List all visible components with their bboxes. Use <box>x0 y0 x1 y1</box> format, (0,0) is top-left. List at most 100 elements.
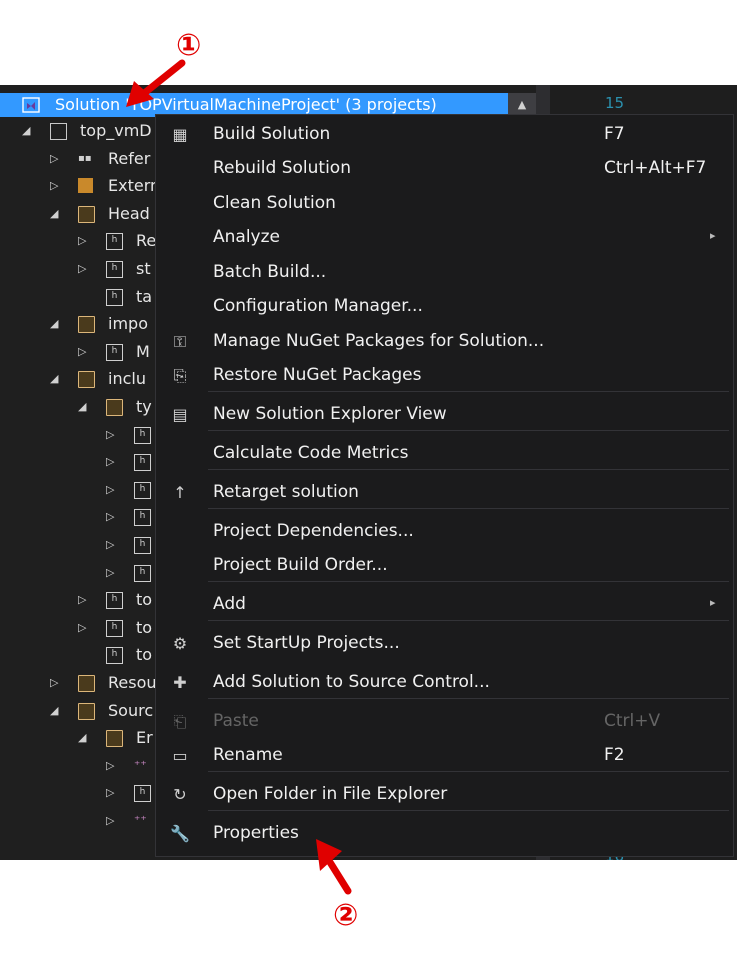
collapsed-arrow-icon[interactable]: ▷ <box>106 505 114 529</box>
menu-item-label: Analyze <box>213 227 280 247</box>
menu-item-properties[interactable]: 🔧 Properties <box>156 816 733 850</box>
menu-item-open-folder-in-file-explorer[interactable]: ↻ Open Folder in File Explorer <box>156 777 733 811</box>
menu-item-rebuild-solution[interactable]: Rebuild Solution Ctrl+Alt+F7 <box>156 151 733 185</box>
collapsed-arrow-icon[interactable]: ▷ <box>78 340 86 364</box>
menu-item-label: Configuration Manager... <box>213 296 423 316</box>
header-file-icon: h <box>106 233 123 251</box>
expanded-arrow-icon[interactable]: ◢ <box>78 395 86 419</box>
collapsed-arrow-icon[interactable]: ▷ <box>78 616 86 640</box>
tree-item-label: Head <box>108 203 150 223</box>
header-file-icon: h <box>106 592 123 610</box>
header-file-icon: h <box>134 785 151 803</box>
header-file-icon: h <box>134 426 151 444</box>
tree-item-label: to <box>136 645 153 665</box>
tree-item-label: st <box>136 259 151 278</box>
menu-item-project-build-order[interactable]: Project Build Order... <box>156 548 733 582</box>
menu-item-label: Build Solution <box>213 124 331 144</box>
menu-item-manage-nuget-packages-for-solution[interactable]: ⚿ Manage NuGet Packages for Solution... <box>156 324 733 358</box>
menu-item-clean-solution[interactable]: Clean Solution <box>156 186 733 220</box>
collapsed-arrow-icon[interactable]: ▷ <box>78 588 86 612</box>
menu-item-add-solution-to-source-control[interactable]: ✚ Add Solution to Source Control... <box>156 665 733 699</box>
menu-item-label: Project Build Order... <box>213 555 388 575</box>
menu-item-label: New Solution Explorer View <box>213 404 447 424</box>
tree-item-label: Re <box>136 231 157 251</box>
tree-item-label: ty <box>136 397 152 416</box>
menu-item-project-dependencies[interactable]: Project Dependencies... <box>156 514 733 548</box>
menu-item-add[interactable]: Add ▸ <box>156 587 733 621</box>
collapsed-arrow-icon[interactable]: ▷ <box>78 229 86 253</box>
solution-icon <box>22 97 40 113</box>
expanded-arrow-icon[interactable]: ◢ <box>50 202 58 226</box>
menu-item-calculate-code-metrics[interactable]: Calculate Code Metrics <box>156 436 733 470</box>
menu-item-new-solution-explorer-view[interactable]: ▤ New Solution Explorer View <box>156 397 733 431</box>
menu-item-shortcut: Ctrl+Alt+F7 <box>604 158 707 178</box>
menu-item-configuration-manager[interactable]: Configuration Manager... <box>156 289 733 323</box>
source-file-icon: ⁺⁺ <box>134 813 147 827</box>
menu-item-label: Retarget solution <box>213 482 359 502</box>
folder-icon <box>78 316 95 334</box>
paste-icon: ⎗ <box>173 712 187 731</box>
header-file-icon: h <box>106 619 123 637</box>
new-view-icon: ▤ <box>172 405 188 424</box>
menu-item-label: Paste <box>213 711 259 731</box>
collapsed-arrow-icon[interactable]: ▷ <box>50 174 58 198</box>
collapsed-arrow-icon[interactable]: ▷ <box>106 561 114 585</box>
menu-item-label: Project Dependencies... <box>213 521 414 541</box>
header-file-icon: h <box>134 454 151 472</box>
collapsed-arrow-icon[interactable]: ▷ <box>106 478 114 502</box>
expanded-arrow-icon[interactable]: ◢ <box>78 726 86 750</box>
menu-item-label: Clean Solution <box>213 193 336 213</box>
expanded-arrow-icon[interactable]: ◢ <box>50 367 58 391</box>
collapsed-arrow-icon[interactable]: ▷ <box>106 533 114 557</box>
tree-item-label: to <box>136 617 153 637</box>
menu-item-paste: ⎗ Paste Ctrl+V <box>156 704 733 738</box>
menu-item-shortcut: F2 <box>604 745 625 765</box>
header-file-icon: h <box>134 537 151 554</box>
collapsed-arrow-icon[interactable]: ▷ <box>106 809 114 833</box>
gear-icon: ⚙ <box>172 634 188 653</box>
menu-item-build-solution[interactable]: ▦ Build Solution F7 <box>156 117 733 151</box>
callout-1-arrow <box>126 59 186 107</box>
tree-item-label: to <box>136 590 153 610</box>
header-file-icon: h <box>106 261 123 278</box>
menu-item-analyze[interactable]: Analyze ▸ <box>156 220 733 254</box>
header-file-icon: h <box>106 288 123 306</box>
build-icon: ▦ <box>172 125 188 144</box>
collapsed-arrow-icon[interactable]: ▷ <box>106 450 114 474</box>
menu-item-set-startup-projects[interactable]: ⚙ Set StartUp Projects... <box>156 626 733 660</box>
collapsed-arrow-icon[interactable]: ▷ <box>78 257 86 281</box>
nuget-icon: ⚿ <box>173 332 187 351</box>
expanded-arrow-icon[interactable]: ◢ <box>22 119 30 143</box>
up-arrow-icon: ↑ <box>173 483 187 502</box>
tree-item-label: top_vmD <box>80 121 152 140</box>
tree-item-label: impo <box>108 314 148 334</box>
callout-2-label: ② <box>333 898 359 933</box>
line-number-top: 15 <box>605 94 625 112</box>
menu-item-rename[interactable]: ▭ Rename F2 <box>156 738 733 772</box>
tree-item-label: inclu <box>108 369 146 389</box>
collapsed-arrow-icon[interactable]: ▷ <box>106 423 114 447</box>
refresh-folder-icon: ↻ <box>173 785 187 804</box>
folder-icon <box>106 399 123 416</box>
rename-icon: ▭ <box>172 746 188 765</box>
tree-item-label: Er <box>136 728 153 748</box>
collapsed-arrow-icon[interactable]: ▷ <box>50 671 58 695</box>
collapsed-arrow-icon[interactable]: ▷ <box>106 754 114 778</box>
menu-item-restore-nuget-packages[interactable]: ⎘ Restore NuGet Packages <box>156 358 733 392</box>
menu-item-batch-build[interactable]: Batch Build... <box>156 255 733 289</box>
expanded-arrow-icon[interactable]: ◢ <box>50 312 58 336</box>
menu-item-label: Set StartUp Projects... <box>213 633 400 653</box>
menu-item-label: Rebuild Solution <box>213 158 351 178</box>
expanded-arrow-icon[interactable]: ◢ <box>50 699 58 723</box>
collapsed-arrow-icon[interactable]: ▷ <box>106 781 114 805</box>
submenu-arrow-icon: ▸ <box>710 229 716 242</box>
menu-item-retarget-solution[interactable]: ↑ Retarget solution <box>156 475 733 509</box>
menu-item-label: Calculate Code Metrics <box>213 443 409 463</box>
menu-item-label: Batch Build... <box>213 262 327 282</box>
header-file-icon: h <box>106 343 123 361</box>
header-file-icon: h <box>134 481 151 499</box>
restore-packages-icon: ⎘ <box>173 366 187 385</box>
collapsed-arrow-icon[interactable]: ▷ <box>50 147 58 171</box>
external-dependencies-icon <box>78 178 93 194</box>
header-file-icon: h <box>134 564 151 582</box>
